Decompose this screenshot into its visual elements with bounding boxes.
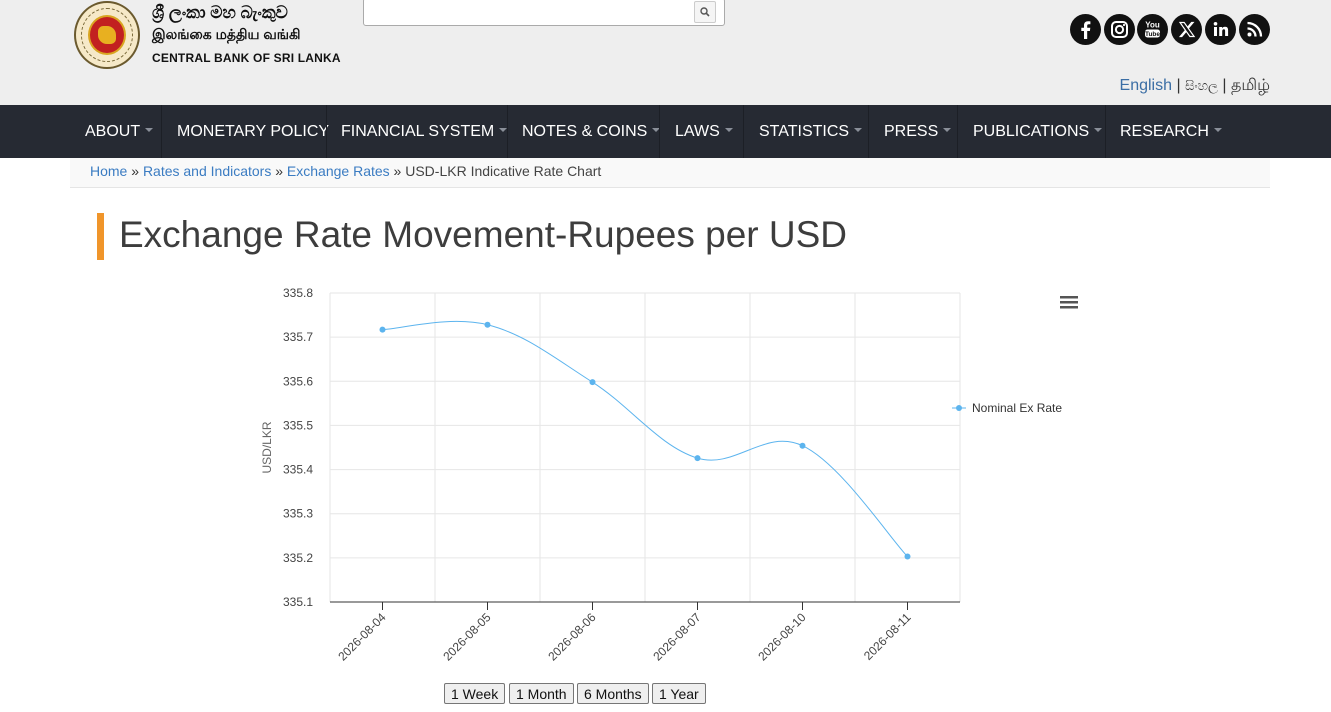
breadcrumb-separator: » xyxy=(131,163,140,179)
chart-menu-icon[interactable] xyxy=(1060,296,1078,309)
chart-legend[interactable]: Nominal Ex Rate xyxy=(952,401,1062,415)
cbsl-seal-logo[interactable] xyxy=(74,1,140,69)
breadcrumb: Home » Rates and Indicators » Exchange R… xyxy=(70,158,1270,188)
youtube-icon-label-top: You xyxy=(1145,21,1160,30)
search-input[interactable] xyxy=(368,1,688,23)
breadcrumb-separator: » xyxy=(393,163,402,179)
x-tick-label: 2026-08-11 xyxy=(861,610,914,663)
lang-english-link[interactable]: English xyxy=(1120,77,1172,94)
nav-notes-coins[interactable]: NOTES & COINS xyxy=(522,105,661,158)
lang-tamil-link[interactable]: தமிழ் xyxy=(1231,77,1270,94)
main-navigation: ABOUT MONETARY POLICY FINANCIAL SYSTEM N… xyxy=(0,105,1331,158)
exchange-rate-chart: 335.8 335.7 335.6 335.5 335.4 335.3 335.2 335.1… xyxy=(260,286,1078,664)
x-tick-label: 2026-08-07 xyxy=(650,610,704,664)
breadcrumb-rates-indicators[interactable]: Rates and Indicators xyxy=(143,163,271,179)
lang-sinhala-link[interactable]: සිංහල xyxy=(1185,78,1218,93)
caret-down-icon xyxy=(854,128,863,133)
y-tick-label: 335.2 xyxy=(283,551,313,565)
range-6-months-button[interactable]: 6 Months xyxy=(577,683,649,704)
y-tick-label: 335.1 xyxy=(283,595,313,609)
nav-statistics[interactable]: STATISTICS xyxy=(759,105,863,158)
rss-icon[interactable] xyxy=(1239,14,1270,45)
y-tick-label: 335.3 xyxy=(283,507,313,521)
data-point[interactable] xyxy=(379,326,386,333)
search-box xyxy=(363,0,725,26)
range-1-month-button[interactable]: 1 Month xyxy=(509,683,574,704)
site-header: ශ්‍රී ලංකා මහ බැංකුව இலங்கை மத்திய வங்கி… xyxy=(0,0,1331,105)
logo-sinhala-text: ශ්‍රී ලංකා මහ බැංකුව xyxy=(152,3,288,22)
legend-label[interactable]: Nominal Ex Rate xyxy=(972,401,1062,415)
youtube-icon[interactable]: You Tube xyxy=(1137,14,1168,45)
instagram-icon[interactable] xyxy=(1104,14,1135,45)
nav-about[interactable]: ABOUT xyxy=(85,105,154,158)
nav-press[interactable]: PRESS xyxy=(884,105,952,158)
breadcrumb-home[interactable]: Home xyxy=(90,163,127,179)
youtube-icon-label-bottom: Tube xyxy=(1145,31,1160,38)
lang-separator: | xyxy=(1222,77,1227,94)
search-icon xyxy=(700,7,710,17)
range-1-year-button[interactable]: 1 Year xyxy=(652,683,706,704)
data-point[interactable] xyxy=(484,321,491,328)
nav-financial-system[interactable]: FINANCIAL SYSTEM xyxy=(341,105,508,158)
caret-down-icon xyxy=(145,128,154,133)
caret-down-icon xyxy=(1094,128,1103,133)
linkedin-icon[interactable] xyxy=(1205,14,1236,45)
caret-down-icon xyxy=(1213,128,1222,133)
y-tick-label: 335.4 xyxy=(283,463,313,477)
language-switcher: English | සිංහල | தமிழ் xyxy=(1120,76,1270,96)
data-point[interactable] xyxy=(694,455,701,462)
x-tick-label: 2026-08-04 xyxy=(335,610,389,664)
nav-publications[interactable]: PUBLICATIONS xyxy=(973,105,1103,158)
x-icon[interactable] xyxy=(1171,14,1202,45)
x-tick-label: 2026-08-10 xyxy=(755,610,809,664)
y-axis-title: USD/LKR xyxy=(260,421,274,473)
logo-english-text: CENTRAL BANK OF SRI LANKA xyxy=(152,51,341,65)
caret-down-icon xyxy=(943,128,952,133)
nav-research[interactable]: RESEARCH xyxy=(1120,105,1222,158)
x-tick-label: 2026-08-05 xyxy=(440,610,494,664)
data-point[interactable] xyxy=(589,379,596,386)
data-point[interactable] xyxy=(799,442,806,449)
nav-laws[interactable]: LAWS xyxy=(675,105,733,158)
y-tick-label: 335.8 xyxy=(283,286,313,300)
breadcrumb-exchange-rates[interactable]: Exchange Rates xyxy=(287,163,390,179)
search-button[interactable] xyxy=(694,1,716,23)
legend-marker-symbol xyxy=(956,405,962,411)
y-tick-label: 335.7 xyxy=(283,330,313,344)
y-tick-label: 335.5 xyxy=(283,418,313,432)
range-1-week-button[interactable]: 1 Week xyxy=(444,683,506,704)
y-tick-label: 335.6 xyxy=(283,374,313,388)
nav-monetary-policy[interactable]: MONETARY POLICY xyxy=(177,105,329,158)
breadcrumb-current: USD-LKR Indicative Rate Chart xyxy=(405,163,602,179)
logo-tamil-text: இலங்கை மத்திய வங்கி xyxy=(152,26,301,42)
data-point[interactable] xyxy=(904,553,911,560)
title-accent-bar xyxy=(97,213,104,260)
caret-down-icon xyxy=(724,128,733,133)
x-tick-label: 2026-08-06 xyxy=(545,610,599,664)
lang-separator: | xyxy=(1176,77,1181,94)
facebook-icon[interactable] xyxy=(1070,14,1101,45)
breadcrumb-separator: » xyxy=(275,163,284,179)
page-title: Exchange Rate Movement-Rupees per USD xyxy=(119,214,848,255)
